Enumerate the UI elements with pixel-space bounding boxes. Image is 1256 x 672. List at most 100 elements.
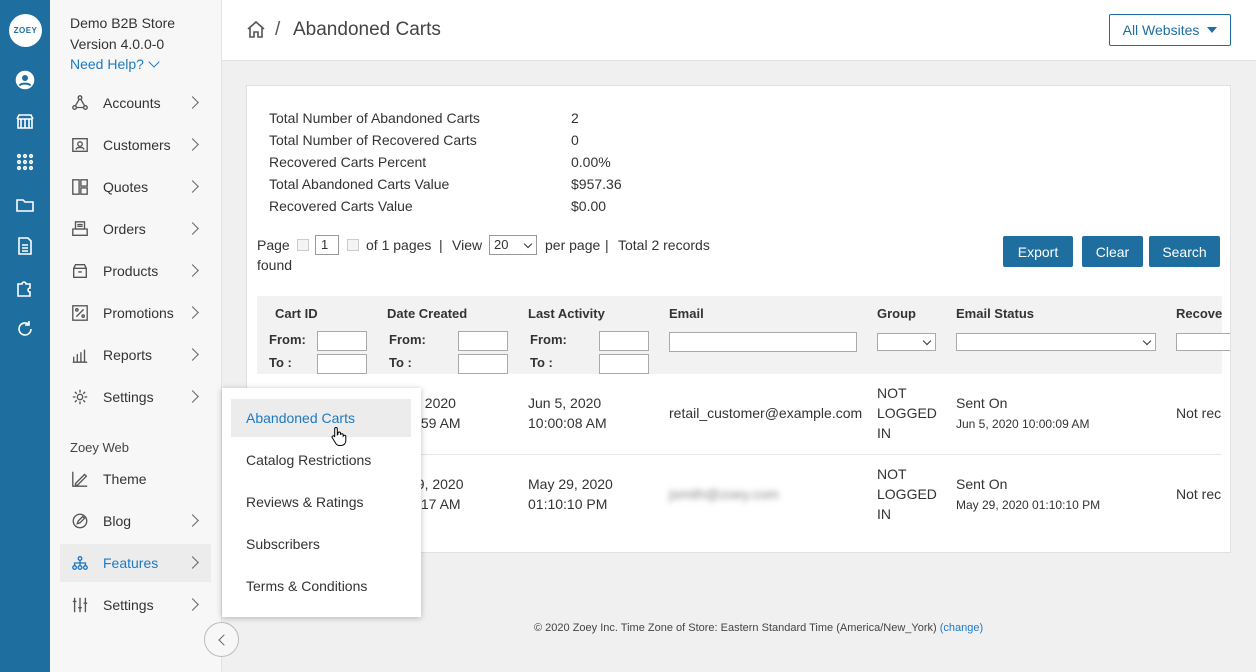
folder-icon[interactable] — [14, 194, 36, 216]
change-timezone-link[interactable]: (change) — [940, 622, 983, 634]
user-circle-icon[interactable] — [14, 69, 36, 91]
icon-rail: ZOEY — [0, 0, 50, 672]
gear-icon — [69, 386, 91, 408]
sidebar: Demo B2B Store Version 4.0.0-0 Need Help… — [50, 0, 239, 672]
recovered-cell: Not rec — [1176, 486, 1222, 502]
group-cell: NOT — [877, 385, 907, 401]
column-header-email-status[interactable]: Email Status — [956, 306, 1034, 321]
date-created-cell: , 2020 — [417, 395, 456, 411]
export-button[interactable]: Export — [1003, 236, 1073, 267]
email-status-filter-select[interactable] — [956, 333, 1156, 351]
chevron-down-icon — [922, 336, 932, 346]
column-header-recovered[interactable]: Recove — [1176, 306, 1222, 321]
puzzle-icon[interactable] — [14, 277, 36, 299]
stat-value: 0 — [571, 132, 579, 148]
page-title: Abandoned Carts — [293, 19, 441, 40]
column-header-date-created[interactable]: Date Created — [387, 306, 467, 321]
date-created-to-input[interactable] — [458, 354, 508, 374]
recovered-filter-select[interactable] — [1176, 333, 1230, 351]
pager-separator: | — [605, 237, 609, 253]
group-cell: IN — [877, 425, 891, 441]
group-cell: LOGGED — [877, 486, 937, 502]
email-status-date: Jun 5, 2020 10:00:09 AM — [956, 417, 1090, 431]
percent-icon — [69, 302, 91, 324]
sidebar-item-theme[interactable]: Theme — [60, 460, 211, 498]
sidebar-item-web-settings[interactable]: Settings — [60, 586, 211, 624]
stat-label: Total Number of Abandoned Carts — [269, 110, 480, 126]
page-number-input[interactable]: 1 — [315, 235, 339, 255]
footer-text: © 2020 Zoey Inc. Time Zone of Store: Eas… — [534, 622, 937, 634]
column-header-email[interactable]: Email — [669, 306, 704, 321]
last-activity-to-input[interactable] — [599, 354, 649, 374]
column-header-last-activity[interactable]: Last Activity — [528, 306, 605, 321]
quotes-icon — [69, 176, 91, 198]
filter-to-label: To : — [389, 355, 412, 370]
home-icon[interactable] — [246, 19, 266, 39]
menu-item-catalog-restrictions[interactable]: Catalog Restrictions — [231, 441, 411, 479]
menu-item-terms-conditions[interactable]: Terms & Conditions — [231, 567, 411, 605]
orders-icon — [69, 218, 91, 240]
last-activity-from-input[interactable] — [599, 331, 649, 351]
date-created-cell: :17 AM — [417, 496, 461, 512]
last-activity-cell: Jun 5, 2020 — [528, 395, 602, 411]
sidebar-item-features[interactable]: Features — [60, 544, 211, 582]
features-icon — [69, 552, 91, 574]
email-filter-input[interactable] — [669, 332, 857, 352]
sidebar-item-quotes[interactable]: Quotes — [60, 168, 211, 206]
sidebar-item-label: Orders — [103, 221, 146, 237]
next-page-button[interactable] — [347, 239, 359, 251]
menu-item-subscribers[interactable]: Subscribers — [231, 525, 411, 563]
group-filter-select[interactable] — [877, 333, 936, 351]
storefront-icon[interactable] — [14, 110, 36, 132]
chevron-down-icon — [148, 56, 160, 68]
menu-item-abandoned-carts[interactable]: Abandoned Carts — [231, 399, 411, 437]
date-created-from-input[interactable] — [458, 331, 508, 351]
pager-view-label: View — [452, 237, 483, 253]
chevron-right-icon — [186, 222, 199, 235]
section-label: Zoey Web — [70, 440, 130, 455]
sidebar-item-products[interactable]: Products — [60, 252, 211, 290]
cart-id-to-input[interactable] — [317, 354, 367, 374]
search-button[interactable]: Search — [1149, 236, 1220, 267]
menu-item-reviews-ratings[interactable]: Reviews & Ratings — [231, 483, 411, 521]
column-header-group[interactable]: Group — [877, 306, 916, 321]
document-icon[interactable] — [14, 235, 36, 257]
apps-grid-icon[interactable] — [14, 151, 36, 173]
column-header-cart-id[interactable]: Cart ID — [275, 306, 318, 321]
website-select[interactable]: All Websites — [1109, 14, 1231, 46]
features-flyout-menu: Abandoned Carts Catalog Restrictions Rev… — [222, 388, 421, 617]
collapse-sidebar-button[interactable] — [204, 622, 239, 657]
sidebar-item-customers[interactable]: Customers — [60, 126, 211, 164]
per-page-select[interactable]: 20 — [489, 235, 537, 255]
sidebar-item-settings[interactable]: Settings — [60, 378, 211, 416]
sliders-icon — [69, 594, 91, 616]
page-footer: © 2020 Zoey Inc. Time Zone of Store: Eas… — [534, 622, 983, 634]
clear-button[interactable]: Clear — [1082, 236, 1143, 267]
chevron-down-icon — [1142, 336, 1152, 346]
sidebar-item-promotions[interactable]: Promotions — [60, 294, 211, 332]
sidebar-item-label: Customers — [103, 137, 171, 153]
refresh-icon[interactable] — [14, 318, 36, 340]
chevron-right-icon — [186, 306, 199, 319]
sidebar-item-orders[interactable]: Orders — [60, 210, 211, 248]
sidebar-item-blog[interactable]: Blog — [60, 502, 211, 540]
email-status-cell: Sent On — [956, 476, 1008, 492]
chevron-right-icon — [186, 514, 199, 527]
chevron-right-icon — [186, 180, 199, 193]
need-help-link[interactable]: Need Help? — [70, 56, 160, 72]
sidebar-item-label: Products — [103, 263, 159, 279]
sidebar-item-reports[interactable]: Reports — [60, 336, 211, 374]
last-activity-cell: 01:10:10 PM — [528, 496, 608, 512]
cart-id-from-input[interactable] — [317, 331, 367, 351]
chevron-right-icon — [186, 264, 199, 277]
sidebar-item-label: Features — [103, 555, 159, 571]
stat-value: 0.00% — [571, 154, 611, 170]
sidebar-item-label: Settings — [103, 597, 154, 613]
stat-label: Total Number of Recovered Carts — [269, 132, 477, 148]
pager-separator: | — [439, 237, 443, 253]
zoey-logo[interactable]: ZOEY — [9, 14, 42, 47]
sidebar-item-accounts[interactable]: Accounts — [60, 84, 211, 122]
prev-page-button[interactable] — [297, 239, 309, 251]
sidebar-item-label: Promotions — [103, 305, 174, 321]
products-icon — [69, 260, 91, 282]
